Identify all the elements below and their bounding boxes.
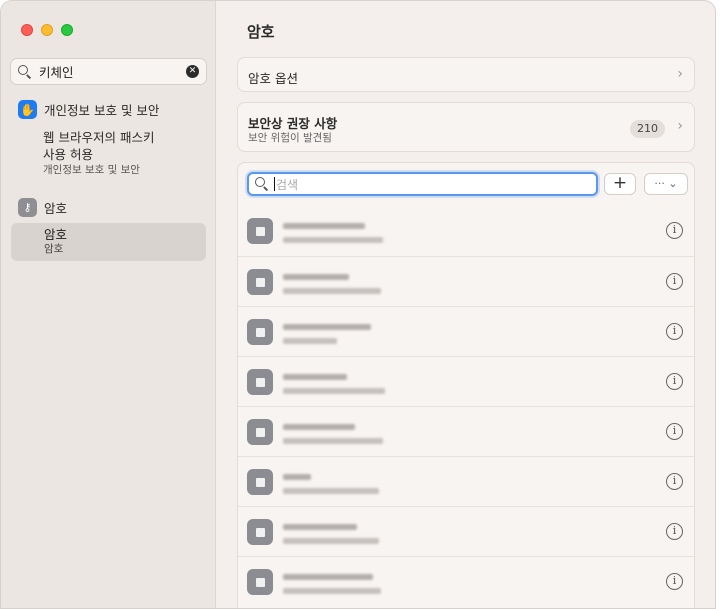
key-icon: ⚷ [18,198,37,217]
result-title-passkeys: 웹 브라우저의 패스키 사용 허용 [43,130,155,162]
redacted-site-name [283,424,355,430]
redacted-username [283,237,383,243]
chevron-right-icon: › [677,66,683,82]
redacted-username [283,588,381,594]
result-caption-passkeys: 개인정보 보호 및 보안 [43,164,140,176]
password-search-input[interactable]: 검색 [247,172,598,196]
password-row[interactable]: i [238,206,694,256]
sidebar: 키체인 ✕ ✋ 개인정보 보호 및 보안 웹 브라우저의 패스키 사용 허용 개… [1,1,216,608]
password-row[interactable]: i [238,256,694,306]
website-icon [247,469,273,495]
search-icon [18,64,32,79]
website-icon [247,319,273,345]
info-icon[interactable]: i [666,473,683,490]
password-list-card: 검색 + ··· ⌄ i i i i i i i i [237,162,695,608]
info-icon[interactable]: i [666,423,683,440]
website-icon [247,269,273,295]
info-icon[interactable]: i [666,573,683,590]
sidebar-result-passwords[interactable]: 암호 암호 [44,227,67,256]
redacted-site-name [283,324,371,330]
maximize-button[interactable] [61,24,73,36]
section-label-passwords: 암호 [44,201,68,216]
password-list: i i i i i i i i [238,206,694,606]
sidebar-section-passwords: ⚷ 암호 [18,198,67,217]
password-options-row[interactable]: 암호 옵션 › [237,57,695,92]
sidebar-item-passwords-selected[interactable] [11,223,206,261]
info-icon[interactable]: i [666,523,683,540]
sidebar-result-passkeys[interactable]: 웹 브라우저의 패스키 사용 허용 개인정보 보호 및 보안 [43,129,159,177]
redacted-username [283,338,337,344]
redacted-username [283,538,379,544]
redacted-site-name [283,474,311,480]
password-row[interactable]: i [238,456,694,506]
redacted-site-name [283,274,349,280]
add-password-button[interactable]: + [604,173,636,195]
website-icon [247,569,273,595]
redacted-site-name [283,374,347,380]
sidebar-section-privacy: ✋ 개인정보 보호 및 보안 웹 브라우저의 패스키 사용 허용 개인정보 보호… [18,100,159,177]
result-caption-passwords: 암호 [44,243,64,255]
redacted-site-name [283,524,357,530]
info-icon[interactable]: i [666,323,683,340]
window-controls [21,24,73,36]
main-pane: 암호 암호 옵션 › 보안상 권장 사항 보안 위험이 발견됨 210 › 검색… [217,1,715,608]
section-label-privacy: 개인정보 보호 및 보안 [44,103,160,118]
redacted-site-name [283,223,365,229]
redacted-site-name [283,574,373,580]
info-icon[interactable]: i [666,222,683,239]
info-icon[interactable]: i [666,373,683,390]
website-icon [247,369,273,395]
security-recommendations-row[interactable]: 보안상 권장 사항 보안 위험이 발견됨 210 › [237,102,695,152]
minimize-button[interactable] [41,24,53,36]
redacted-username [283,488,379,494]
redacted-username [283,388,385,394]
result-title-passwords: 암호 [44,227,68,242]
chevron-right-icon: › [677,118,683,134]
search-placeholder: 검색 [276,177,299,192]
sidebar-search-value: 키체인 [39,65,74,80]
search-icon [255,177,269,191]
redacted-username [283,288,381,294]
security-count-badge: 210 [630,120,665,138]
password-row[interactable]: i [238,356,694,406]
password-row[interactable]: i [238,506,694,556]
close-button[interactable] [21,24,33,36]
security-recommendations-sub: 보안 위험이 발견됨 [248,132,332,144]
page-title: 암호 [247,23,275,41]
clear-search-icon[interactable]: ✕ [186,65,199,78]
password-options-label: 암호 옵션 [248,71,298,86]
password-row[interactable]: i [238,306,694,356]
password-row[interactable]: i [238,406,694,456]
website-icon [247,218,273,244]
text-caret [274,177,275,191]
hand-icon: ✋ [18,100,37,119]
settings-window: 키체인 ✕ ✋ 개인정보 보호 및 보안 웹 브라우저의 패스키 사용 허용 개… [0,0,716,609]
password-row[interactable]: i [238,556,694,606]
info-icon[interactable]: i [666,273,683,290]
more-options-button[interactable]: ··· ⌄ [644,173,688,195]
website-icon [247,519,273,545]
website-icon [247,419,273,445]
sidebar-search-field[interactable]: 키체인 ✕ [10,58,207,85]
redacted-username [283,438,383,444]
